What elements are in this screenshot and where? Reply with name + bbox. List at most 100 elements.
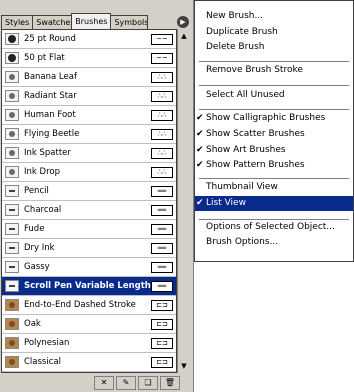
tab-symbols[interactable]: Symbols — [110, 15, 149, 29]
brush-thumbnail-icon — [5, 299, 19, 311]
brush-name: Ink Spatter — [24, 148, 71, 158]
brush-thumbnail-icon — [5, 71, 19, 83]
tab-styles[interactable]: Styles — [1, 15, 34, 29]
brush-name: 50 pt Flat — [24, 53, 65, 63]
brushes-panel-menu: New Brush... Duplicate Brush Delete Brush R… — [194, 0, 354, 262]
brush-type-art-icon: ══ — [151, 223, 173, 235]
brush-thumbnail-icon — [5, 356, 19, 368]
checkmark-icon: ✔ — [196, 129, 204, 139]
menu-separator — [199, 178, 349, 179]
brush-row[interactable]: Dry Ink ══ — [2, 239, 176, 258]
brush-type-art-icon: ══ — [151, 280, 173, 292]
new-brush-button[interactable]: ❏ — [138, 375, 158, 390]
brush-type-calligraphic-icon: ~~ — [151, 52, 173, 64]
panel-tabbar: Styles Swatches Brushes Symbols — [1, 12, 192, 29]
brush-thumbnail-icon — [5, 223, 19, 235]
menu-separator — [199, 109, 349, 110]
vertical-scrollbar[interactable]: ▲ ▼ — [177, 29, 189, 373]
menu-item-brush-options[interactable]: Brush Options... — [195, 235, 353, 250]
brush-type-scatter-icon: ∴∴ — [151, 166, 173, 178]
menu-separator — [199, 85, 349, 86]
menu-item-label: Remove Brush Stroke — [206, 65, 303, 75]
brush-thumbnail-icon — [5, 280, 19, 292]
brush-row[interactable]: 50 pt Flat ~~ — [2, 49, 176, 68]
brush-thumbnail-icon — [5, 261, 19, 273]
brush-row[interactable]: Oak ⊏⊐ — [2, 315, 176, 334]
brush-type-scatter-icon: ∴∴ — [151, 109, 173, 121]
brush-row[interactable]: Gassy ══ — [2, 258, 176, 277]
menu-item-show-calligraphic-brushes[interactable]: ✔ Show Calligraphic Brushes — [195, 111, 353, 126]
checkmark-icon: ✔ — [196, 145, 204, 155]
brush-name: Gassy — [24, 262, 50, 272]
brush-name: Oak — [24, 319, 41, 329]
brush-type-scatter-icon: ∴∴ — [151, 71, 173, 83]
brush-thumbnail-icon — [5, 185, 19, 197]
brush-options-button[interactable]: ✎ — [116, 375, 136, 390]
brush-type-scatter-icon: ∴∴ — [151, 147, 173, 159]
remove-brush-stroke-button[interactable]: ✕ — [94, 375, 114, 390]
brush-type-pattern-icon: ⊏⊐ — [151, 356, 173, 368]
brush-name: Classical — [24, 357, 61, 367]
panel-menu-button[interactable]: ▶ — [177, 16, 189, 28]
checkmark-icon: ✔ — [196, 198, 204, 208]
x-icon: ✕ — [100, 377, 108, 387]
brush-name: Radiant Star — [24, 91, 77, 101]
brush-thumbnail-icon — [5, 204, 19, 216]
menu-item-show-scatter-brushes[interactable]: ✔ Show Scatter Brushes — [195, 127, 353, 142]
brush-row[interactable]: Pencil ══ — [2, 182, 176, 201]
brush-thumbnail-icon — [5, 147, 19, 159]
brush-thumbnail-icon — [5, 33, 19, 45]
menu-item-show-art-brushes[interactable]: ✔ Show Art Brushes — [195, 143, 353, 158]
brush-row[interactable]: Polynesian ⊏⊐ — [2, 334, 176, 353]
brush-row[interactable]: Ink Spatter ∴∴ — [2, 144, 176, 163]
menu-item-label: Duplicate Brush — [206, 27, 278, 37]
checkmark-icon: ✔ — [196, 160, 204, 170]
menu-item-duplicate-brush[interactable]: Duplicate Brush — [195, 25, 353, 40]
menu-item-label: New Brush... — [206, 11, 264, 21]
brush-row[interactable]: Classical ⊏⊐ — [2, 353, 176, 372]
brush-row[interactable]: 25 pt Round ~~ — [2, 30, 176, 49]
brush-name: End-to-End Dashed Stroke — [24, 300, 136, 310]
checkmark-icon: ✔ — [196, 113, 204, 123]
brush-list: 25 pt Round ~~ 50 pt Flat ~~ Banana Leaf ∴∴ Ra… — [1, 29, 177, 373]
brush-type-pattern-icon: ⊏⊐ — [151, 299, 173, 311]
menu-item-new-brush[interactable]: New Brush... — [195, 9, 353, 24]
brush-thumbnail-icon — [5, 166, 19, 178]
brush-type-art-icon: ══ — [151, 261, 173, 273]
brush-type-scatter-icon: ∴∴ — [151, 90, 173, 102]
brush-name: Scroll Pen Variable Length — [24, 281, 151, 291]
brush-name: Polynesian — [24, 338, 70, 348]
brush-thumbnail-icon — [5, 109, 19, 121]
brush-row[interactable]: Fude ══ — [2, 220, 176, 239]
scroll-down-arrow-icon[interactable]: ▼ — [179, 361, 189, 371]
menu-item-delete-brush[interactable]: Delete Brush — [195, 40, 353, 55]
menu-item-label: Select All Unused — [206, 90, 285, 100]
brush-row[interactable]: Human Foot ∴∴ — [2, 106, 176, 125]
menu-item-label: Options of Selected Object... — [206, 222, 335, 232]
brush-row[interactable]: Ink Drop ∴∴ — [2, 163, 176, 182]
brush-thumbnail-icon — [5, 242, 19, 254]
brush-name: Ink Drop — [24, 167, 60, 177]
menu-item-options-of-selected-object[interactable]: Options of Selected Object... — [195, 220, 353, 235]
brush-row[interactable]: Radiant Star ∴∴ — [2, 87, 176, 106]
delete-brush-button[interactable]: 🗑 — [160, 375, 180, 390]
menu-item-remove-brush-stroke[interactable]: Remove Brush Stroke — [195, 63, 353, 78]
tab-swatches[interactable]: Swatches — [32, 15, 73, 29]
brush-row[interactable]: Flying Beetle ∴∴ — [2, 125, 176, 144]
scroll-up-arrow-icon[interactable]: ▲ — [179, 31, 189, 41]
brush-thumbnail-icon — [5, 52, 19, 64]
brush-thumbnail-icon — [5, 318, 19, 330]
new-page-icon: ❏ — [144, 377, 152, 387]
brush-row[interactable]: Scroll Pen Variable Length ══ — [2, 277, 176, 296]
menu-item-thumbnail-view[interactable]: Thumbnail View — [195, 180, 353, 195]
brush-name: Human Foot — [24, 110, 76, 120]
menu-item-show-pattern-brushes[interactable]: ✔ Show Pattern Brushes — [195, 158, 353, 173]
tab-brushes[interactable]: Brushes — [71, 13, 112, 29]
brush-row[interactable]: Charcoal ══ — [2, 201, 176, 220]
brush-row[interactable]: Banana Leaf ∴∴ — [2, 68, 176, 87]
menu-item-select-all-unused[interactable]: Select All Unused — [195, 88, 353, 103]
menu-item-list-view[interactable]: ✔ List View — [195, 196, 353, 211]
brush-row[interactable]: End-to-End Dashed Stroke ⊏⊐ — [2, 296, 176, 315]
arrow-right-icon: ▶ — [180, 18, 186, 26]
menu-item-label: Delete Brush — [206, 42, 265, 52]
